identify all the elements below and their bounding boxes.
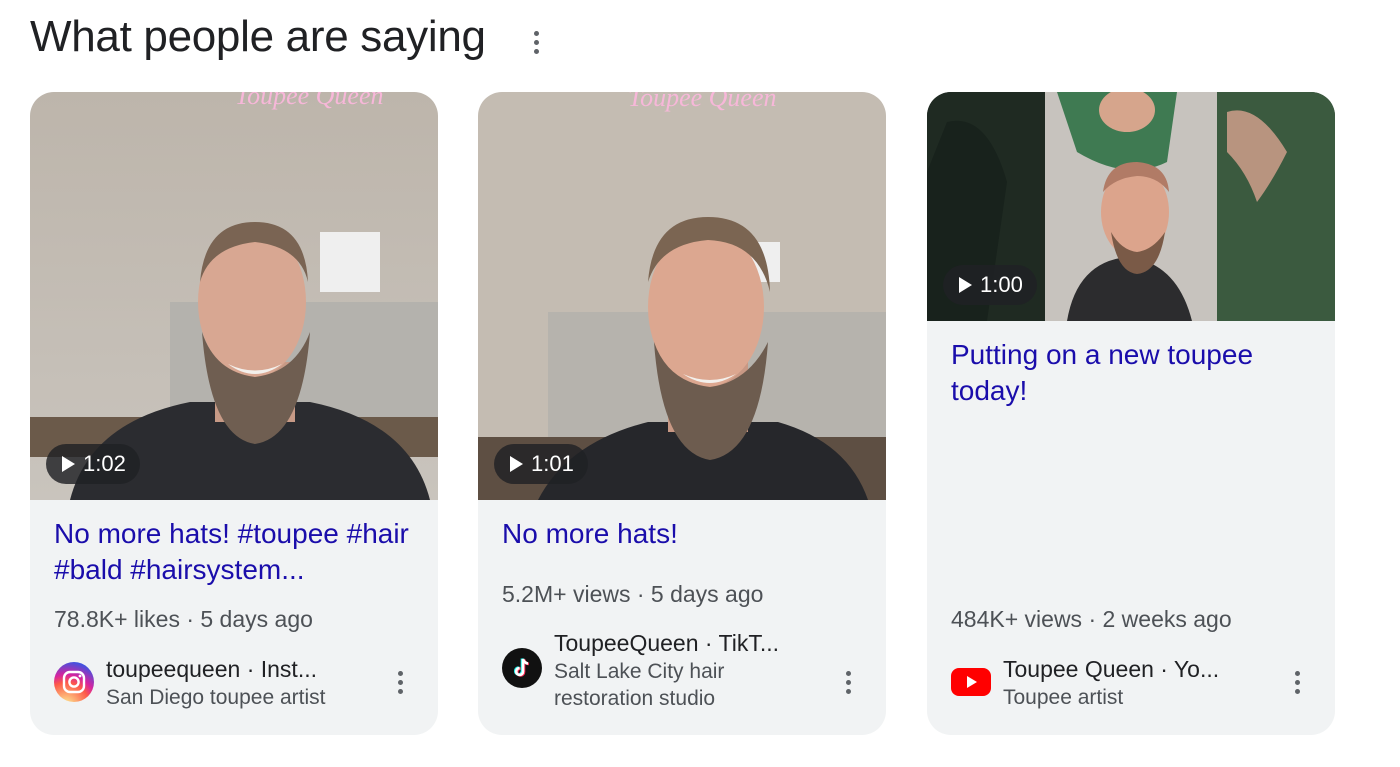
instagram-icon [54, 662, 94, 702]
source-name[interactable]: ToupeeQueen · TikT... [554, 628, 814, 658]
neon-sign-text: Toupee Queen [235, 92, 384, 110]
video-thumbnail[interactable]: 1:00 [927, 92, 1335, 321]
video-title-link[interactable]: No more hats! #toupee #hair #bald #hairs… [54, 516, 414, 588]
video-stats: 78.8K+ likes · 5 days ago [54, 606, 313, 632]
video-stats: 484K+ views · 2 weeks ago [951, 606, 1232, 632]
video-stats: 5.2M+ views · 5 days ago [502, 581, 764, 607]
source-description: Toupee artist [1003, 686, 1124, 709]
more-options-icon[interactable] [386, 662, 414, 702]
video-thumbnail[interactable]: Toupee Queen 1:02 [30, 92, 438, 500]
play-icon [959, 277, 972, 293]
video-title-link[interactable]: No more hats! [502, 516, 862, 552]
duration-text: 1:00 [980, 272, 1023, 297]
video-thumbnail[interactable]: Toupee Queen 1:01 [478, 92, 886, 500]
more-options-icon[interactable] [834, 662, 862, 702]
neon-sign-text: Toupee Queen [628, 92, 777, 112]
video-duration-badge: 1:02 [46, 444, 140, 484]
source-name[interactable]: toupeequeen · Inst... [106, 654, 366, 684]
video-duration-badge: 1:01 [494, 444, 588, 484]
duration-text: 1:02 [83, 451, 126, 476]
video-card[interactable]: Toupee Queen 1:01 No more hats! 5.2M+ vi… [478, 92, 886, 735]
youtube-icon [951, 662, 991, 702]
video-card[interactable]: Toupee Queen 1:02 No more hats! #toupee … [30, 92, 438, 735]
section-title: What people are saying [30, 12, 486, 61]
more-options-icon[interactable] [1283, 662, 1311, 702]
video-duration-badge: 1:00 [943, 265, 1037, 305]
tiktok-icon [502, 648, 542, 688]
play-icon [510, 456, 523, 472]
source-description: Salt Lake City hair restoration studio [554, 660, 725, 710]
play-icon [62, 456, 75, 472]
more-options-icon[interactable] [522, 22, 550, 62]
duration-text: 1:01 [531, 451, 574, 476]
video-title-link[interactable]: Putting on a new toupee today! [951, 337, 1311, 409]
video-card[interactable]: 1:00 Putting on a new toupee today! 484K… [927, 92, 1335, 735]
source-name[interactable]: Toupee Queen · Yo... [1003, 654, 1263, 684]
source-description: San Diego toupee artist [106, 686, 326, 709]
